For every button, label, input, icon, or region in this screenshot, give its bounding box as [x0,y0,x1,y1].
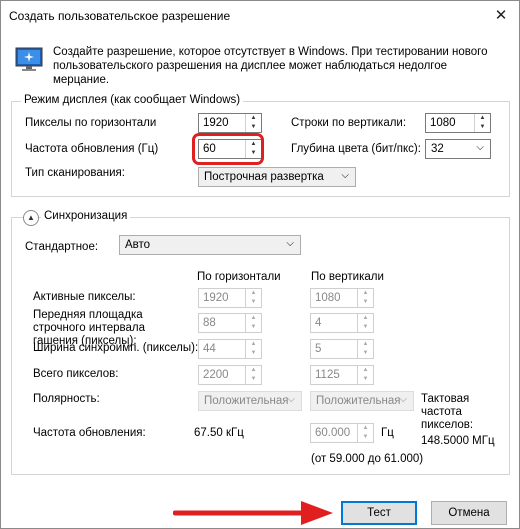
sync-refresh-label: Частота обновления: [33,427,146,439]
h-pixels-label: Пикселы по горизонтали [25,117,157,129]
spin-up-icon[interactable]: ▲ [246,114,261,123]
front-porch-h-spinner: 88 ▲ ▼ [198,313,262,333]
sync-refresh-h-value: 67.50 кГц [194,427,244,439]
chevron-down-icon: ⌵ [286,238,294,249]
custom-resolution-dialog: Создать пользовательское разрешение ✕ Со… [0,0,520,529]
scan-type-select[interactable]: Построчная развертка ⌵ [198,167,356,187]
window-title: Создать пользовательское разрешение [9,9,231,23]
sync-refresh-v-value: 60.000 [315,427,351,439]
pixel-clock-label: Тактовая частота пикселов: [421,393,474,431]
pixel-clock-value: 148.5000 МГц [421,435,495,447]
spin-down-icon: ▼ [362,376,369,382]
spin-up-icon: ▲ [250,315,257,321]
sync-legend: Синхронизация [41,210,131,222]
chevron-down-icon: ⌵ [287,394,295,405]
total-pixels-h-value: 2200 [203,369,229,381]
spin-down-icon[interactable]: ▼ [475,123,490,132]
front-porch-v-spinner: 4 ▲ ▼ [310,313,374,333]
total-pixels-v-value: 1125 [315,369,340,381]
chevron-down-icon: ⌵ [399,394,407,405]
active-pixels-h-spinner: 1920 ▲ ▼ [198,288,262,308]
sync-refresh-unit: Гц [381,427,394,439]
color-depth-value: 32 [431,143,444,155]
refresh-rate-label: Частота обновления (Гц) [25,143,159,155]
spin-down-icon: ▼ [362,434,369,440]
active-pixels-h-value: 1920 [203,292,229,304]
spin-down-icon[interactable]: ▼ [246,123,261,132]
color-depth-label: Глубина цвета (бит/пкс): [291,143,421,155]
spin-up-icon: ▲ [250,290,257,296]
sync-width-h-value: 44 [203,343,216,355]
color-depth-select[interactable]: 32 ⌵ [425,139,491,159]
display-mode-legend: Режим дисплея (как сообщает Windows) [21,94,244,106]
spin-up-icon: ▲ [250,367,257,373]
spin-down-icon: ▼ [362,299,369,305]
monitor-icon [15,47,43,71]
polarity-h-select: Положительная ⌵ [198,391,302,411]
scan-type-label: Тип сканирования: [25,167,125,179]
sync-width-label: Ширина синхроимп. (пикселы): [33,342,199,354]
standard-value: Авто [125,239,151,251]
spin-down-icon: ▼ [250,324,257,330]
total-pixels-v-spinner: 1125 ▲ ▼ [310,365,374,385]
polarity-h-value: Положительная [204,395,289,407]
chevron-down-icon: ⌵ [476,142,484,153]
collapse-icon[interactable]: ▲ [23,210,39,226]
spin-up-icon: ▲ [362,341,369,347]
v-lines-spinner[interactable]: 1080 ▲ ▼ [425,113,491,133]
standard-select[interactable]: Авто ⌵ [119,235,301,255]
spin-up-icon: ▲ [362,425,369,431]
title-bar: Создать пользовательское разрешение ✕ [1,1,519,31]
polarity-label: Полярность: [33,393,100,405]
spin-down-icon: ▼ [250,376,257,382]
sync-refresh-range: (от 59.000 до 61.000) [311,453,424,465]
spin-up-icon[interactable]: ▲ [475,114,490,123]
cancel-button[interactable]: Отмена [431,501,507,525]
active-pixels-label: Активные пикселы: [33,291,136,303]
spin-up-icon: ▲ [362,315,369,321]
spin-up-icon: ▲ [250,341,257,347]
sync-width-h-spinner: 44 ▲ ▼ [198,339,262,359]
v-lines-label: Строки по вертикали: [291,117,407,129]
intro-text: Создайте разрешение, которое отсутствует… [53,46,488,86]
col-horizontal-header: По горизонтали [197,271,281,283]
scan-type-value: Построчная развертка [204,171,324,183]
chevron-down-icon: ⌵ [341,170,349,181]
polarity-v-value: Положительная [316,395,401,407]
active-pixels-v-value: 1080 [315,292,341,304]
refresh-rate-highlight [192,133,264,165]
total-pixels-label: Всего пикселов: [33,368,119,380]
total-pixels-h-spinner: 2200 ▲ ▼ [198,365,262,385]
v-lines-value: 1080 [430,117,456,129]
standard-label: Стандартное: [25,241,99,253]
close-icon[interactable]: ✕ [487,3,515,29]
polarity-v-select: Положительная ⌵ [310,391,414,411]
sync-width-v-value: 5 [315,343,322,355]
spin-down-icon: ▼ [362,324,369,330]
col-vertical-header: По вертикали [311,271,384,283]
red-arrow-icon [173,501,333,525]
h-pixels-value: 1920 [203,117,229,129]
sync-width-v-spinner: 5 ▲ ▼ [310,339,374,359]
front-porch-v-value: 4 [315,317,322,329]
sync-refresh-v-spinner: 60.000 ▲ ▼ [310,423,374,443]
active-pixels-v-spinner: 1080 ▲ ▼ [310,288,374,308]
spin-down-icon: ▼ [250,350,257,356]
spin-up-icon: ▲ [362,367,369,373]
spin-down-icon: ▼ [362,350,369,356]
spin-up-icon: ▲ [362,290,369,296]
front-porch-h-value: 88 [203,317,216,329]
h-pixels-spinner[interactable]: 1920 ▲ ▼ [198,113,262,133]
spin-down-icon: ▼ [250,299,257,305]
test-button[interactable]: Тест [341,501,417,525]
